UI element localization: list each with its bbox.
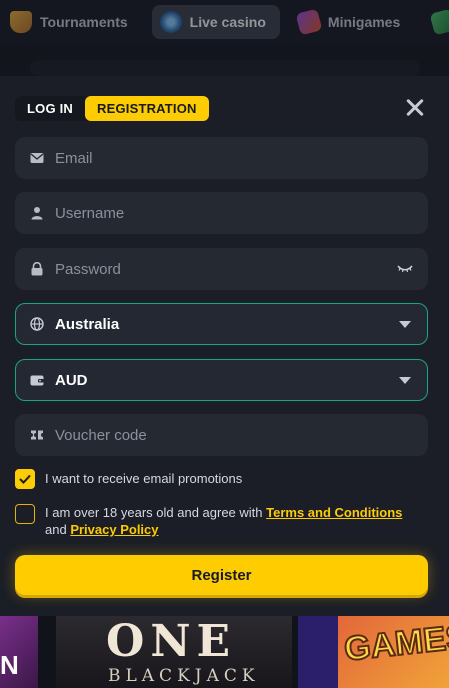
user-icon [31, 207, 43, 220]
email-field[interactable]: Email [15, 137, 428, 179]
jackpot-icon [429, 8, 449, 36]
voucher-field[interactable]: Voucher code [15, 414, 428, 456]
game-title: GAMES [341, 617, 449, 670]
terms-prefix: I am over 18 years old and agree with [45, 505, 263, 520]
voucher-placeholder: Voucher code [55, 426, 147, 444]
game-thumbnails: N ONE BLACKJACK GAMES [0, 616, 449, 688]
minigames-icon [295, 8, 323, 36]
register-button[interactable]: Register [15, 555, 428, 595]
checkmark-icon [19, 474, 31, 484]
roulette-icon [159, 11, 182, 33]
email-placeholder: Email [55, 149, 93, 167]
voucher-icon [31, 430, 43, 440]
eye-closed-icon[interactable] [397, 263, 413, 275]
promo-checkbox[interactable] [15, 469, 35, 489]
promo-checkbox-label: I want to receive email promotions [45, 471, 243, 486]
terms-checkbox-label: I am over 18 years old and agree with Te… [45, 504, 425, 538]
background-search-bar [30, 60, 420, 76]
game-thumbnail-one-blackjack[interactable]: ONE BLACKJACK [56, 616, 292, 688]
promo-checkbox-row: I want to receive email promotions [15, 469, 242, 489]
username-placeholder: Username [55, 204, 125, 222]
game-subtitle: BLACKJACK [108, 666, 260, 686]
nav-item-tournaments[interactable]: Tournaments [2, 5, 142, 39]
close-icon[interactable] [403, 95, 427, 119]
lock-icon [31, 262, 43, 276]
top-nav: Tournaments Live casino Minigames Ja [0, 0, 449, 44]
nav-item-jackpots[interactable]: Ja [424, 5, 449, 39]
registration-modal: LOG IN REGISTRATION Email Username Passw… [0, 76, 449, 616]
terms-checkbox[interactable] [15, 504, 35, 524]
chevron-down-icon [399, 377, 411, 384]
thumbnail-decoration [298, 616, 338, 688]
terms-and: and [45, 522, 67, 537]
chevron-down-icon [399, 321, 411, 328]
game-thumbnail-text: N [0, 650, 19, 680]
game-thumbnail[interactable]: N [0, 616, 38, 688]
privacy-link[interactable]: Privacy Policy [70, 522, 158, 537]
wallet-icon [30, 375, 44, 386]
currency-select[interactable]: AUD [15, 359, 428, 401]
nav-item-label: Minigames [327, 14, 401, 30]
trophy-icon [10, 11, 32, 33]
mail-icon [30, 153, 44, 163]
terms-checkbox-row: I am over 18 years old and agree with Te… [15, 504, 425, 538]
username-field[interactable]: Username [15, 192, 428, 234]
currency-value: AUD [55, 371, 88, 389]
country-value: Australia [55, 315, 120, 333]
nav-item-minigames[interactable]: Minigames [290, 5, 414, 39]
password-field[interactable]: Password [15, 248, 428, 290]
tab-login[interactable]: LOG IN [15, 96, 85, 121]
globe-icon [30, 317, 44, 331]
nav-item-label: Live casino [189, 14, 266, 30]
nav-item-label: Tournaments [40, 14, 128, 30]
tab-registration[interactable]: REGISTRATION [84, 96, 209, 121]
nav-item-live-casino[interactable]: Live casino [151, 5, 280, 39]
password-placeholder: Password [55, 260, 121, 278]
country-select[interactable]: Australia [15, 303, 428, 345]
game-title: ONE [106, 616, 237, 667]
auth-tabs: LOG IN REGISTRATION [15, 96, 209, 121]
terms-link[interactable]: Terms and Conditions [266, 505, 402, 520]
game-thumbnail-games[interactable]: GAMES [298, 616, 449, 688]
